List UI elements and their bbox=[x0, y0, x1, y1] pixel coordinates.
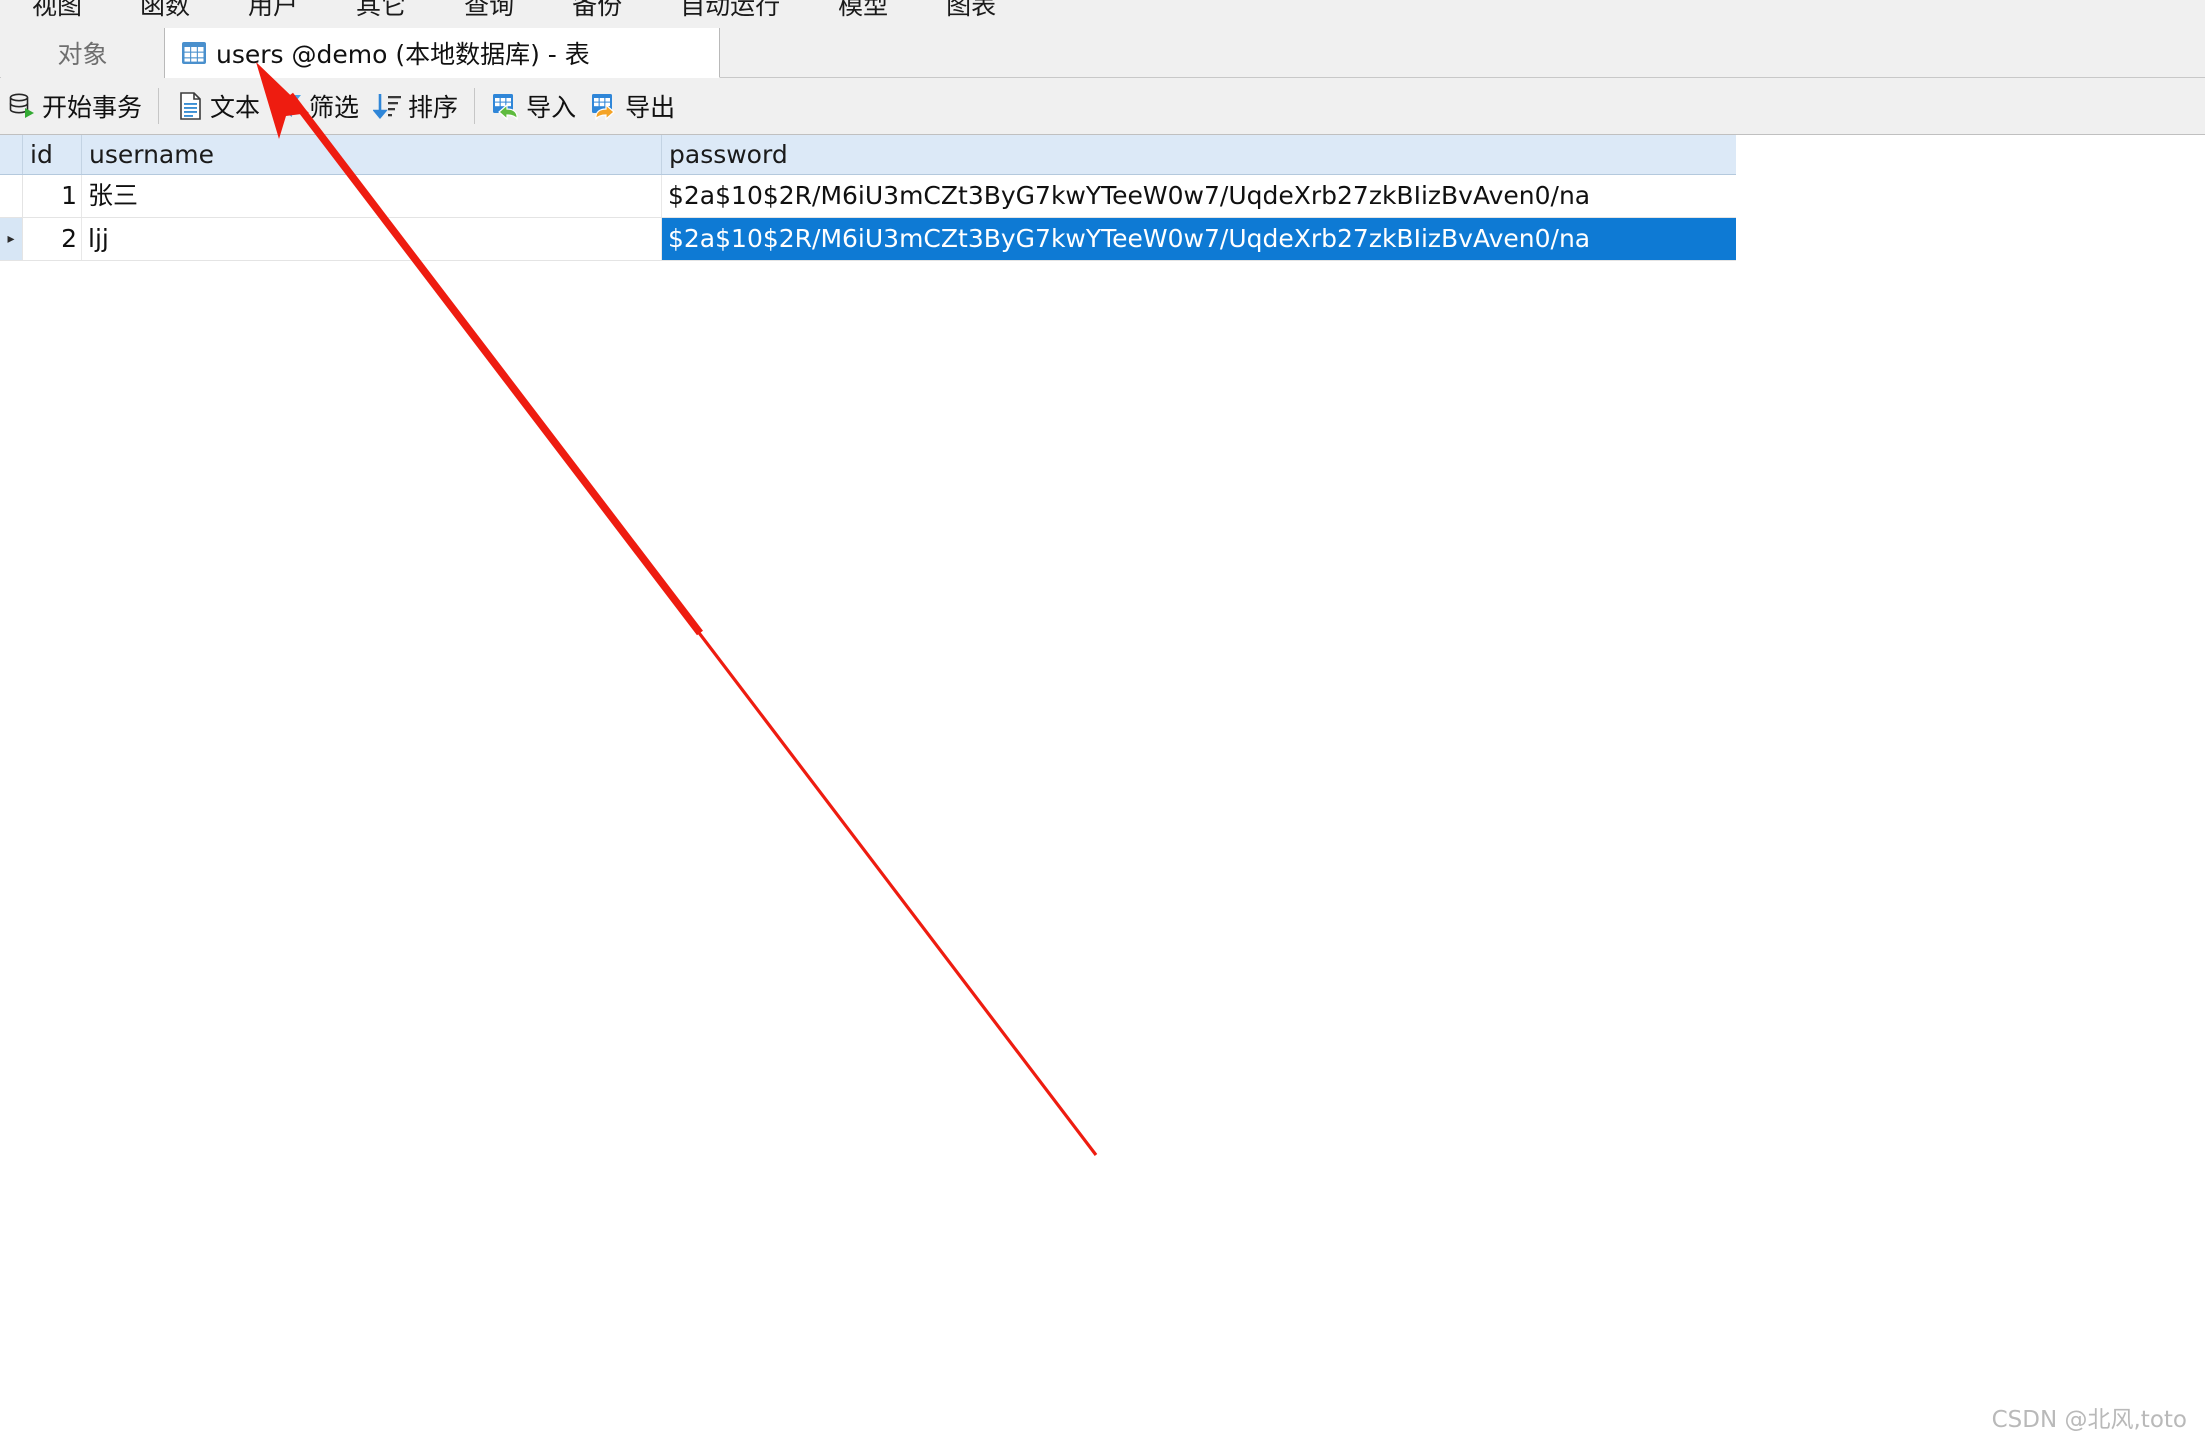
column-header-username[interactable]: username bbox=[82, 135, 662, 174]
menu-item-user[interactable]: 用户 bbox=[219, 0, 327, 26]
import-button[interactable]: 导入 bbox=[484, 84, 583, 128]
database-play-icon bbox=[9, 93, 34, 118]
export-button-label: 导出 bbox=[625, 93, 676, 122]
export-table-icon bbox=[592, 94, 615, 121]
menu-item-function[interactable]: 函数 bbox=[111, 0, 219, 26]
import-button-label: 导入 bbox=[526, 93, 577, 122]
sort-descending-icon bbox=[373, 94, 402, 120]
row-marker[interactable] bbox=[0, 175, 23, 217]
tab-objects[interactable]: 对象 bbox=[1, 28, 165, 78]
menu-item-other[interactable]: 其它 bbox=[327, 0, 435, 26]
text-button-label: 文本 bbox=[210, 93, 261, 122]
sort-button[interactable]: 排序 bbox=[366, 84, 465, 128]
menu-item-view[interactable]: 视图 bbox=[3, 0, 111, 26]
menu-item-automate[interactable]: 自动运行 bbox=[651, 0, 809, 26]
begin-transaction-label: 开始事务 bbox=[42, 93, 143, 122]
tab-users-table-label: users @demo (本地数据库) - 表 bbox=[216, 39, 590, 69]
column-header-gutter bbox=[0, 135, 23, 174]
begin-transaction-button[interactable]: 开始事务 bbox=[0, 84, 149, 128]
text-button[interactable]: 文本 bbox=[168, 84, 267, 128]
menu-item-query[interactable]: 查询 bbox=[435, 0, 543, 26]
column-header-id[interactable]: id bbox=[23, 135, 82, 174]
export-button[interactable]: 导出 bbox=[583, 84, 682, 128]
row-marker[interactable]: ▸ bbox=[0, 218, 23, 260]
column-header-password[interactable]: password bbox=[662, 135, 1736, 174]
menu-item-model[interactable]: 模型 bbox=[809, 0, 917, 26]
cell-id[interactable]: 1 bbox=[23, 175, 82, 217]
table-grid-icon bbox=[182, 41, 206, 64]
tab-objects-label: 对象 bbox=[57, 40, 108, 69]
filter-funnel-icon bbox=[277, 95, 302, 117]
data-grid: id username password 1 张三 $2a$10$2R/M6iU… bbox=[0, 135, 2205, 1442]
tab-users-table[interactable]: users @demo (本地数据库) - 表 bbox=[165, 28, 720, 78]
menu-item-chart[interactable]: 图表 bbox=[917, 0, 1025, 26]
sort-button-label: 排序 bbox=[408, 93, 459, 122]
import-table-icon bbox=[493, 94, 518, 121]
menu-bar-items: 视图 函数 用户 其它 查询 备份 自动运行 模型 图表 bbox=[0, 0, 1025, 26]
cell-id[interactable]: 2 bbox=[23, 218, 82, 260]
cell-password[interactable]: $2a$10$2R/M6iU3mCZt3ByG7kwYTeeW0w7/UqdeX… bbox=[662, 218, 1736, 260]
table-row[interactable]: 1 张三 $2a$10$2R/M6iU3mCZt3ByG7kwYTeeW0w7/… bbox=[0, 175, 1736, 218]
menu-bar: 视图 函数 用户 其它 查询 备份 自动运行 模型 图表 bbox=[0, 0, 2205, 26]
cell-username[interactable]: ljj bbox=[82, 218, 662, 260]
menu-item-backup[interactable]: 备份 bbox=[543, 0, 651, 26]
toolbar-separator-1 bbox=[158, 88, 160, 124]
table-row[interactable]: ▸ 2 ljj $2a$10$2R/M6iU3mCZt3ByG7kwYTeeW0… bbox=[0, 218, 1736, 261]
tab-bar: 对象 users @demo (本地数据库) - 表 bbox=[0, 26, 2205, 78]
text-document-icon bbox=[180, 92, 201, 120]
csdn-watermark: CSDN @北风,toto bbox=[1991, 1407, 2187, 1433]
cell-username[interactable]: 张三 bbox=[82, 175, 662, 217]
filter-button-label: 筛选 bbox=[309, 93, 360, 122]
filter-button[interactable]: 筛选 bbox=[267, 84, 366, 128]
grid-header-row: id username password bbox=[0, 135, 1736, 175]
toolbar-separator-2 bbox=[474, 88, 476, 124]
table-toolbar: 开始事务 文本 筛选 排序 导入 导出 bbox=[0, 78, 2205, 135]
cell-password[interactable]: $2a$10$2R/M6iU3mCZt3ByG7kwYTeeW0w7/UqdeX… bbox=[662, 175, 1736, 217]
